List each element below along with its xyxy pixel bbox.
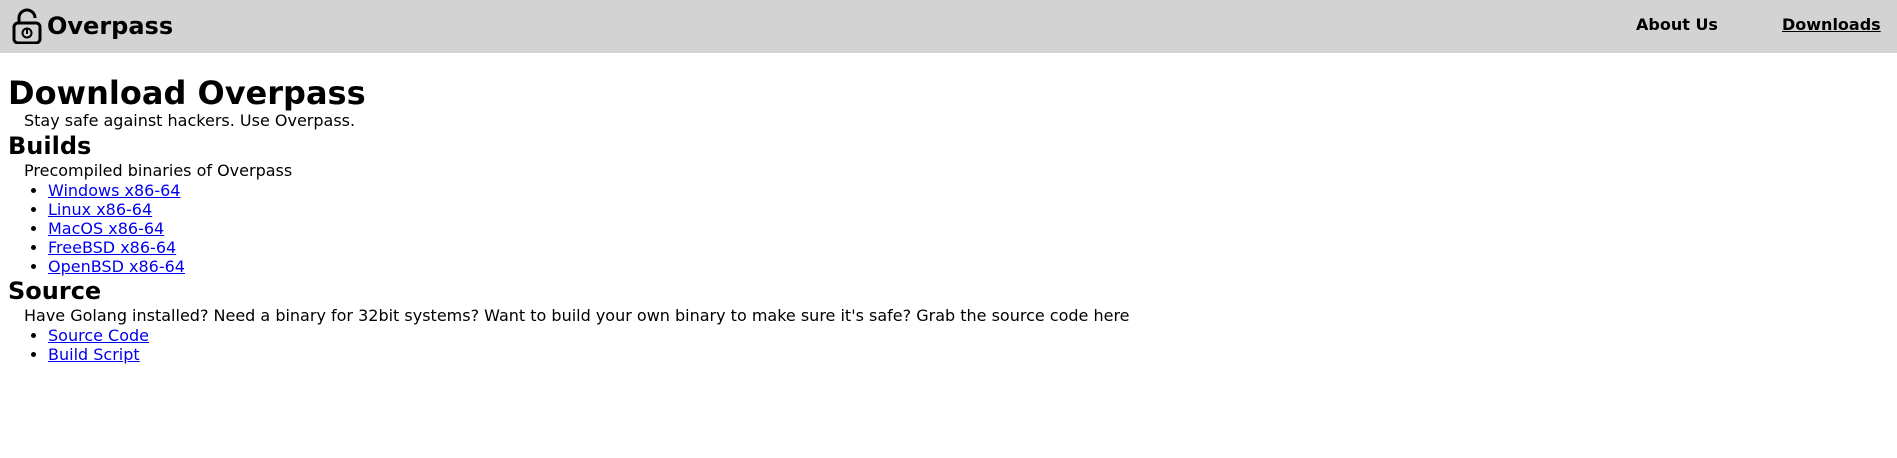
top-nav-bar: Overpass About Us Downloads: [0, 0, 1897, 53]
brand[interactable]: Overpass: [12, 8, 173, 44]
brand-name: Overpass: [47, 12, 174, 40]
main-content: Download Overpass Stay safe against hack…: [8, 53, 1888, 364]
build-script-link[interactable]: Build Script: [48, 345, 140, 364]
download-macos-link[interactable]: MacOS x86-64: [48, 219, 164, 238]
builds-heading: Builds: [8, 132, 92, 160]
nav-about-us-link[interactable]: About Us: [1636, 15, 1718, 35]
source-heading: Source: [8, 277, 102, 305]
list-item: Windows x86-64: [48, 181, 1888, 200]
padlock-icon: [12, 8, 42, 44]
list-item: Build Script: [48, 345, 1888, 364]
download-windows-link[interactable]: Windows x86-64: [48, 181, 180, 200]
source-code-link[interactable]: Source Code: [48, 326, 149, 345]
list-item: FreeBSD x86-64: [48, 238, 1888, 257]
list-item: Linux x86-64: [48, 200, 1888, 219]
download-openbsd-link[interactable]: OpenBSD x86-64: [48, 257, 185, 276]
source-description: Have Golang installed? Need a binary for…: [24, 306, 1130, 325]
list-item: Source Code: [48, 326, 1888, 345]
builds-list: Windows x86-64 Linux x86-64 MacOS x86-64…: [8, 181, 1888, 276]
tagline: Stay safe against hackers. Use Overpass.: [24, 111, 356, 130]
source-list: Source Code Build Script: [8, 326, 1888, 364]
download-freebsd-link[interactable]: FreeBSD x86-64: [48, 238, 176, 257]
page-title: Download Overpass: [8, 74, 366, 112]
list-item: MacOS x86-64: [48, 219, 1888, 238]
builds-description: Precompiled binaries of Overpass: [24, 161, 293, 180]
download-linux-link[interactable]: Linux x86-64: [48, 200, 152, 219]
list-item: OpenBSD x86-64: [48, 257, 1888, 276]
nav-downloads-link[interactable]: Downloads: [1782, 15, 1881, 35]
